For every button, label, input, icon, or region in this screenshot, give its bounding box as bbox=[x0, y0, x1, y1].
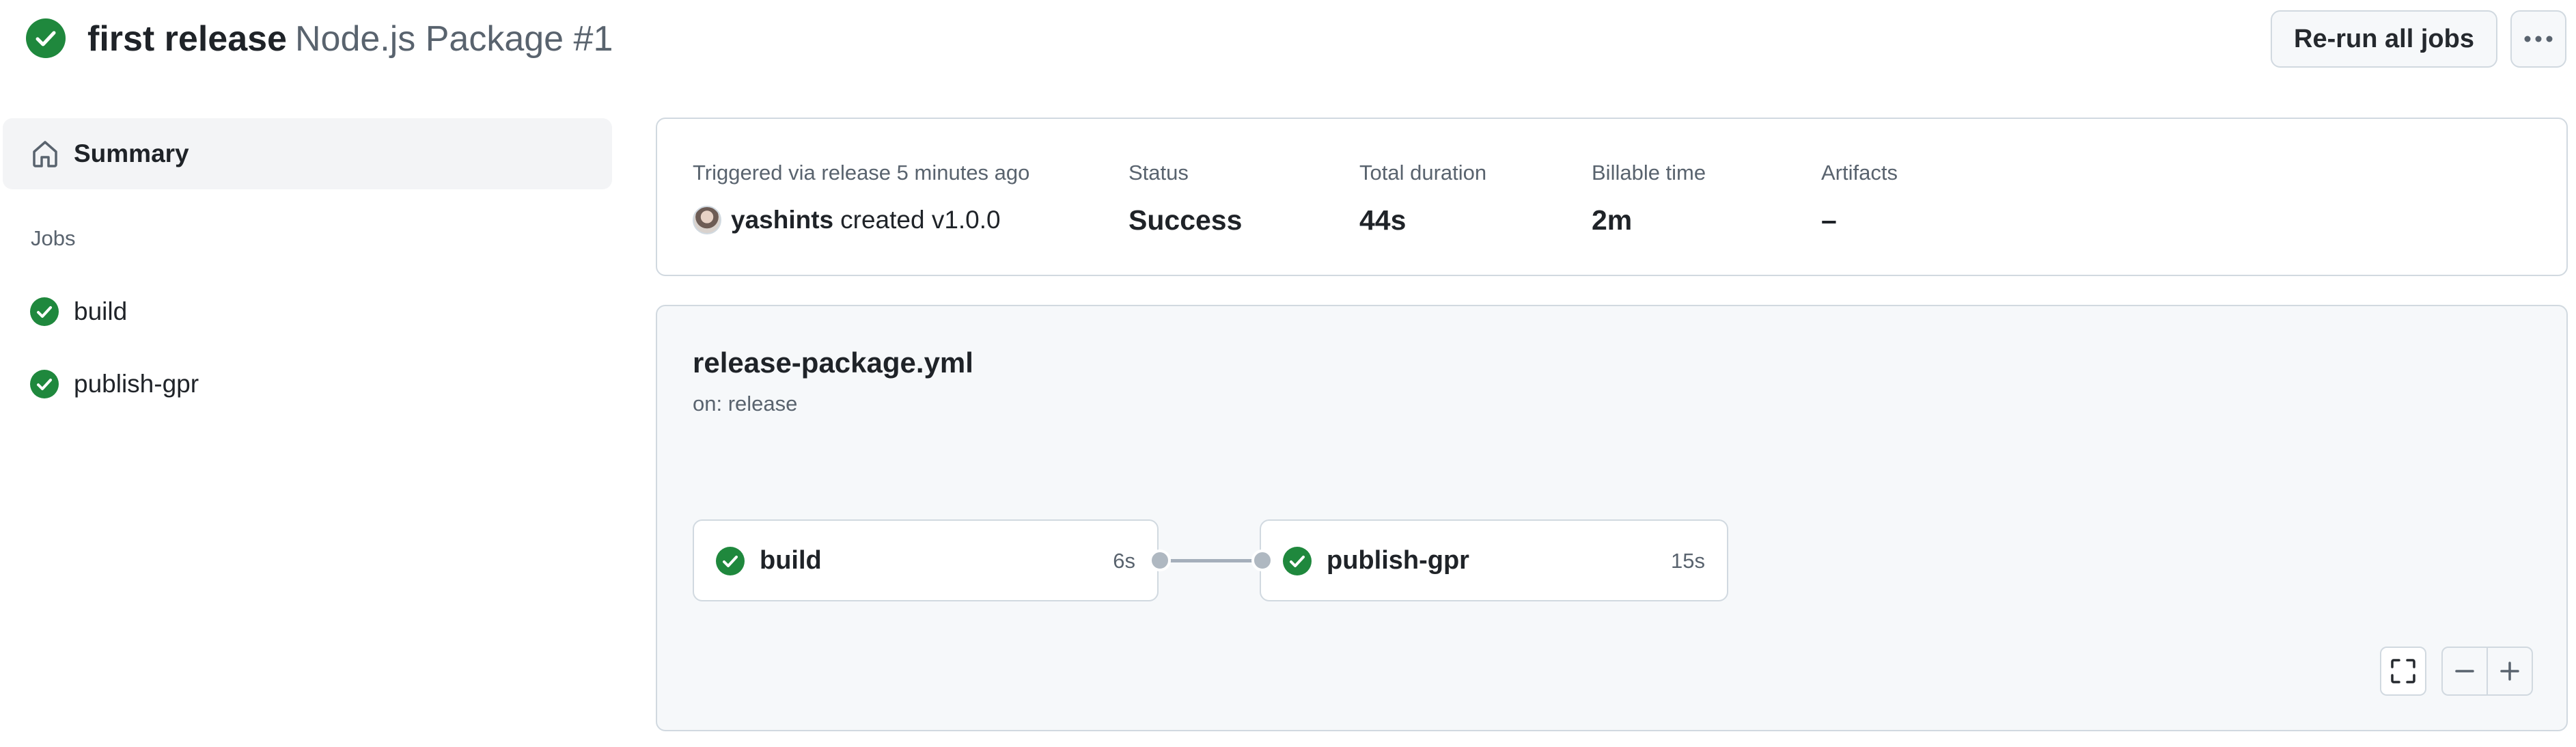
plus-icon bbox=[2500, 662, 2519, 681]
check-circle-icon bbox=[26, 18, 66, 58]
trigger-detail: yashints created v1.0.0 bbox=[693, 202, 1001, 238]
sidebar-item-publish-gpr[interactable]: publish-gpr bbox=[3, 355, 612, 413]
artifacts-label: Artifacts bbox=[1821, 161, 1898, 185]
avatar[interactable] bbox=[693, 206, 721, 234]
jobs-heading: Jobs bbox=[31, 226, 76, 250]
billable-time-label: Billable time bbox=[1592, 161, 1706, 185]
job-node-publish-gpr[interactable]: publish-gpr 15s bbox=[1260, 519, 1728, 601]
connector-dot-out bbox=[1149, 549, 1171, 571]
fit-to-screen-button[interactable] bbox=[2380, 647, 2426, 696]
screen-full-icon bbox=[2391, 659, 2415, 683]
job-duration: 6s bbox=[1113, 549, 1135, 573]
check-circle-icon bbox=[30, 370, 59, 398]
status-label: Status bbox=[1128, 161, 1189, 185]
minus-icon bbox=[2455, 670, 2474, 673]
rerun-all-jobs-button[interactable]: Re-run all jobs bbox=[2271, 10, 2497, 68]
job-name: publish-gpr bbox=[1327, 546, 1469, 575]
home-icon bbox=[33, 141, 57, 167]
trigger-action: created v1.0.0 bbox=[840, 206, 1001, 234]
workflow-graph: release-package.yml on: release build 6s… bbox=[656, 305, 2568, 731]
more-options-button[interactable] bbox=[2510, 10, 2566, 68]
total-duration-label: Total duration bbox=[1359, 161, 1487, 185]
job-node-build[interactable]: build 6s bbox=[693, 519, 1159, 601]
workflow-file-name[interactable]: release-package.yml bbox=[693, 343, 973, 383]
billable-time-value[interactable]: 2m bbox=[1592, 201, 1632, 239]
connector-dot-in bbox=[1251, 549, 1273, 571]
workflow-run-header: first release Node.js Package #1 Re-run a… bbox=[0, 0, 2576, 103]
run-summary-card: Triggered via release 5 minutes ago yash… bbox=[656, 118, 2568, 276]
job-connector bbox=[1159, 559, 1260, 562]
run-title: first release bbox=[87, 19, 287, 59]
sidebar-item-build[interactable]: build bbox=[3, 283, 612, 340]
job-duration: 15s bbox=[1671, 549, 1705, 573]
job-name: build bbox=[760, 546, 822, 575]
sidebar-item-label: build bbox=[74, 297, 128, 325]
artifacts-value: – bbox=[1821, 204, 1837, 236]
check-circle-icon bbox=[30, 297, 59, 326]
kebab-horizontal-icon bbox=[2524, 36, 2553, 42]
actor-link[interactable]: yashints bbox=[731, 202, 833, 238]
run-subtitle: Node.js Package #1 bbox=[294, 19, 613, 59]
status-value: Success bbox=[1128, 204, 1243, 236]
page-title: first release Node.js Package #1 bbox=[87, 15, 613, 63]
total-duration-value: 44s bbox=[1359, 204, 1407, 236]
sidebar-item-label: publish-gpr bbox=[74, 370, 199, 398]
rerun-all-jobs-label: Re-run all jobs bbox=[2294, 24, 2474, 53]
check-circle-icon bbox=[1283, 547, 1312, 575]
sidebar: Summary Jobs build publish-gpr bbox=[0, 103, 635, 747]
sidebar-item-summary[interactable]: Summary bbox=[3, 118, 612, 189]
sidebar-item-label: Summary bbox=[74, 139, 189, 167]
zoom-out-button[interactable] bbox=[2441, 647, 2488, 696]
trigger-text: Triggered via release 5 minutes ago bbox=[693, 161, 1030, 185]
check-circle-icon bbox=[716, 547, 745, 575]
workflow-trigger: on: release bbox=[693, 392, 798, 416]
zoom-in-button[interactable] bbox=[2487, 647, 2533, 696]
